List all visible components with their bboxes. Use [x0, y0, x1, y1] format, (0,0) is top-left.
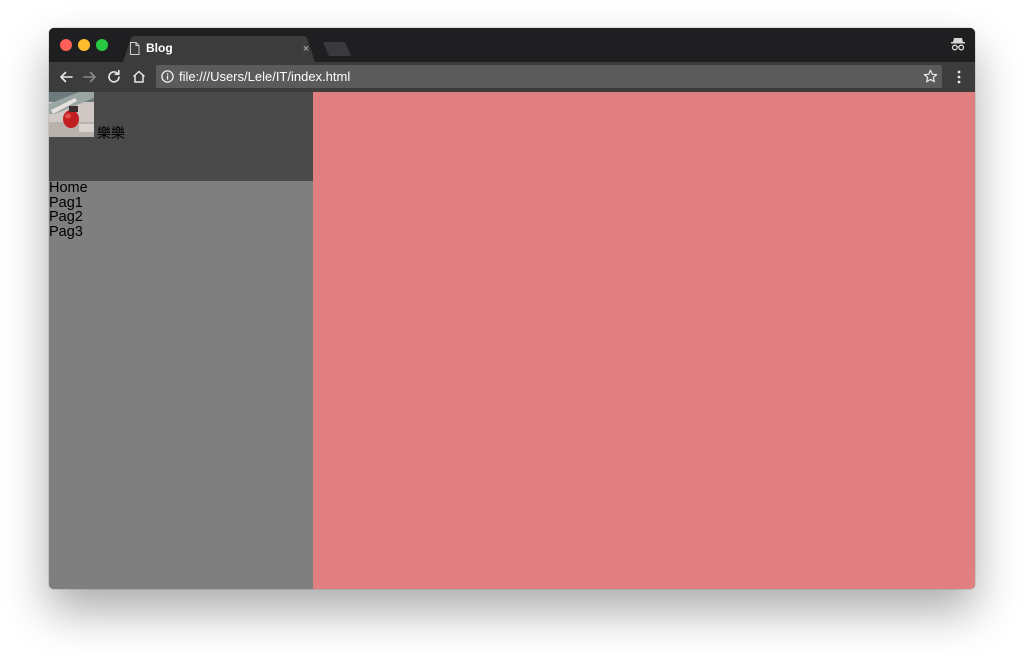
reload-button[interactable] — [105, 68, 123, 86]
nav-item-pag2[interactable]: Pag2 — [49, 210, 88, 225]
page-icon — [130, 42, 140, 55]
sidebar: 樂樂 Home Pag1 Pag2 Pag3 — [49, 92, 313, 589]
window-minimize-button[interactable] — [78, 39, 90, 51]
tab-strip: Blog × — [49, 28, 975, 62]
menu-icon — [957, 70, 961, 84]
url-text[interactable]: file:///Users/Lele/IT/index.html — [179, 69, 350, 84]
page-viewport: 樂樂 Home Pag1 Pag2 Pag3 — [49, 92, 975, 589]
new-tab-button[interactable] — [323, 42, 353, 56]
address-bar[interactable]: file:///Users/Lele/IT/index.html — [156, 65, 942, 88]
nav-item-home[interactable]: Home — [49, 181, 88, 196]
browser-window: Blog × file:///Users/Lele/IT/index.html … — [49, 28, 975, 589]
back-button[interactable] — [57, 68, 75, 86]
home-button[interactable] — [130, 68, 148, 86]
back-icon — [60, 71, 73, 83]
tab-blog[interactable]: Blog × — [123, 36, 315, 62]
profile-name: 樂樂 — [97, 125, 125, 141]
window-close-button[interactable] — [60, 39, 72, 51]
reload-icon — [108, 69, 120, 83]
incognito-icon — [951, 38, 965, 51]
browser-toolbar: file:///Users/Lele/IT/index.html — [49, 62, 975, 92]
nav-item-pag3[interactable]: Pag3 — [49, 224, 88, 240]
star-icon[interactable] — [923, 69, 938, 84]
avatar — [49, 92, 94, 137]
browser-menu-button[interactable] — [950, 68, 968, 86]
forward-button[interactable] — [81, 68, 99, 86]
nav-item-pag1[interactable]: Pag1 — [49, 195, 88, 211]
sidebar-nav: Home Pag1 Pag2 Pag3 — [49, 181, 88, 239]
main-content — [313, 92, 975, 589]
info-icon[interactable] — [161, 70, 174, 83]
home-icon — [132, 70, 146, 83]
tab-close-icon[interactable]: × — [300, 43, 312, 55]
window-maximize-button[interactable] — [96, 39, 108, 51]
profile-header: 樂樂 — [49, 92, 313, 181]
tab-title: Blog — [146, 41, 173, 55]
forward-icon — [83, 71, 96, 83]
